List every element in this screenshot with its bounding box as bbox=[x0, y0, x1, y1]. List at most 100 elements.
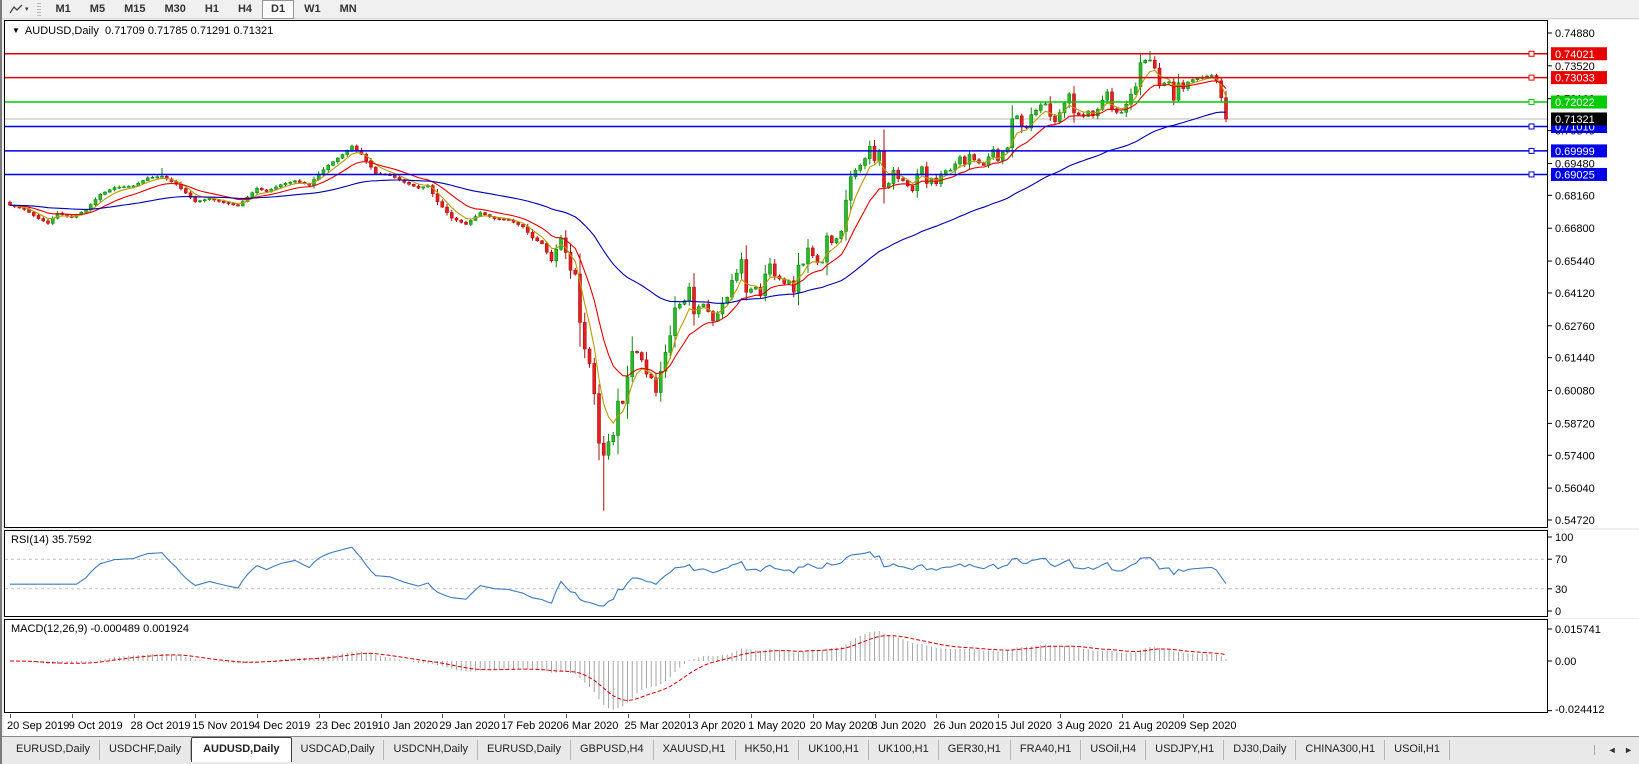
candle-body bbox=[502, 218, 506, 221]
timeframe-h4-button[interactable]: H4 bbox=[229, 0, 261, 19]
macd-tick-label: -0.024412 bbox=[1555, 704, 1605, 714]
candle-body bbox=[1072, 93, 1076, 114]
tab-bar: EURUSD,Daily USDCHF,Daily AUDUSD,Daily USDC… bbox=[2, 736, 1639, 764]
candle-body bbox=[250, 192, 255, 198]
price-level-tag-label: 0.69025 bbox=[1555, 169, 1595, 181]
date-label: 1 May 2020 bbox=[748, 720, 806, 732]
candle-body bbox=[117, 186, 122, 189]
caret-down-icon[interactable]: ▾ bbox=[25, 5, 29, 13]
candle-body bbox=[701, 303, 706, 307]
date-label: 26 Jun 2020 bbox=[933, 720, 994, 732]
tab-usdcad-daily[interactable]: USDCAD,Daily bbox=[292, 740, 385, 760]
timeframe-m1-button[interactable]: M1 bbox=[47, 0, 80, 19]
timeframe-m5-button[interactable]: M5 bbox=[81, 0, 114, 19]
candle-body bbox=[293, 180, 297, 183]
date-tick bbox=[1183, 714, 1185, 718]
price-level-handle[interactable] bbox=[1528, 74, 1535, 81]
tab-eurusd-daily[interactable]: EURUSD,Daily bbox=[478, 740, 571, 760]
macd-plot-border bbox=[4, 619, 1548, 713]
tab-scroll-left-icon[interactable]: ◄ bbox=[1608, 745, 1617, 755]
timeframe-buttons: M1 M5 M15 M30 H1 H4 D1 W1 MN bbox=[47, 0, 367, 19]
collapse-triangle-icon[interactable]: ▼ bbox=[12, 26, 20, 35]
tab-fra40-h1[interactable]: FRA40,H1 bbox=[1011, 740, 1082, 760]
candle-body bbox=[829, 235, 834, 243]
candle-body bbox=[863, 158, 867, 166]
macd-tick-label: 0.00 bbox=[1555, 656, 1576, 668]
candle-body bbox=[677, 303, 682, 309]
candle-body bbox=[943, 170, 948, 175]
timeframe-mn-button[interactable]: MN bbox=[331, 0, 366, 19]
candle-body bbox=[416, 185, 421, 189]
price-tick-label: 0.58720 bbox=[1555, 418, 1595, 430]
rsi-label: RSI(14) 35.7592 bbox=[11, 534, 92, 546]
candle-body bbox=[255, 188, 259, 194]
timeframe-w1-button[interactable]: W1 bbox=[295, 0, 330, 19]
macd-canvas[interactable]: 0.015741 0.00 -0.024412 bbox=[4, 619, 1639, 714]
tab-usdcnh-daily[interactable]: USDCNH,Daily bbox=[384, 740, 479, 760]
tab-uk100-h1[interactable]: UK100,H1 bbox=[799, 740, 869, 760]
candle-body bbox=[920, 166, 924, 175]
candle-body bbox=[540, 240, 544, 244]
tab-dj30-daily[interactable]: DJ30,Daily bbox=[1224, 740, 1297, 760]
tab-usoil-h1[interactable]: USOil,H1 bbox=[1385, 740, 1450, 760]
candle-body bbox=[886, 183, 891, 188]
date-tick bbox=[71, 714, 73, 718]
price-level-handle[interactable] bbox=[1528, 50, 1535, 57]
timeframe-m30-button[interactable]: M30 bbox=[155, 0, 194, 19]
candle-body bbox=[1148, 59, 1152, 62]
date-tick bbox=[627, 714, 629, 718]
candle-body bbox=[454, 217, 459, 221]
price-level-handle[interactable] bbox=[1528, 171, 1535, 178]
chart-tools-icon[interactable]: ▾ bbox=[5, 1, 33, 17]
main-chart-canvas[interactable]: 0.748800.735200.721600.708400.694800.681… bbox=[4, 20, 1639, 528]
tab-scroll-right-icon[interactable]: ► bbox=[1624, 745, 1633, 755]
toolbar-grip bbox=[36, 2, 41, 16]
candle-body bbox=[772, 263, 777, 277]
tab-scroll-arrows: ◄ ► bbox=[1593, 745, 1633, 755]
rsi-tick-label: 100 bbox=[1555, 532, 1573, 544]
candle-body bbox=[259, 188, 264, 191]
candle-body bbox=[915, 173, 920, 192]
candle-body bbox=[530, 231, 535, 239]
candle-body bbox=[872, 145, 877, 161]
timeframe-d1-button[interactable]: D1 bbox=[262, 0, 295, 19]
tab-gbpusd-h4[interactable]: GBPUSD,H4 bbox=[571, 740, 654, 760]
date-tick bbox=[257, 714, 258, 718]
tab-china300-h1[interactable]: CHINA300,H1 bbox=[1296, 740, 1386, 760]
candle-body bbox=[183, 188, 188, 194]
tab-usdchf-daily[interactable]: USDCHF,Daily bbox=[100, 740, 192, 760]
candle-body bbox=[354, 145, 359, 151]
candle-body bbox=[160, 175, 164, 178]
candle-body bbox=[506, 219, 511, 221]
rsi-canvas[interactable]: 100 70 30 0 bbox=[4, 530, 1639, 618]
tab-eurusd-daily[interactable]: EURUSD,Daily bbox=[7, 740, 100, 760]
tab-ger30-h1[interactable]: GER30,H1 bbox=[939, 740, 1011, 760]
price-level-handle[interactable] bbox=[1528, 99, 1535, 106]
candle-body bbox=[411, 183, 416, 187]
candle-body bbox=[848, 176, 853, 201]
candle-body bbox=[1157, 67, 1162, 86]
date-tick bbox=[318, 714, 320, 718]
tab-usdjpy-h1[interactable]: USDJPY,H1 bbox=[1146, 740, 1225, 760]
candle-body bbox=[297, 180, 302, 183]
candle-body bbox=[226, 202, 231, 205]
tab-usoil-h4[interactable]: USOil,H4 bbox=[1081, 740, 1147, 760]
candle-body bbox=[50, 217, 55, 224]
timeframe-h1-button[interactable]: H1 bbox=[196, 0, 228, 19]
tab-hk50-h1[interactable]: HK50,H1 bbox=[736, 740, 800, 760]
candle-body bbox=[98, 194, 103, 200]
date-tick bbox=[689, 714, 691, 718]
price-level-handle[interactable] bbox=[1528, 147, 1535, 154]
candle-body bbox=[421, 186, 426, 189]
date-tick bbox=[504, 714, 505, 718]
timeframe-m15-button[interactable]: M15 bbox=[115, 0, 154, 19]
candle-body bbox=[620, 400, 625, 404]
price-tick-label: 0.73520 bbox=[1555, 61, 1595, 73]
tab-audusd-daily[interactable]: AUDUSD,Daily bbox=[191, 737, 292, 762]
candle-body bbox=[1143, 59, 1148, 64]
tab-uk100-h1[interactable]: UK100,H1 bbox=[869, 740, 939, 760]
candle-body bbox=[103, 191, 107, 195]
price-level-handle[interactable] bbox=[1528, 123, 1535, 130]
rsi-tick-label: 0 bbox=[1555, 606, 1561, 618]
tab-xauusd-h1[interactable]: XAUUSD,H1 bbox=[654, 740, 736, 760]
